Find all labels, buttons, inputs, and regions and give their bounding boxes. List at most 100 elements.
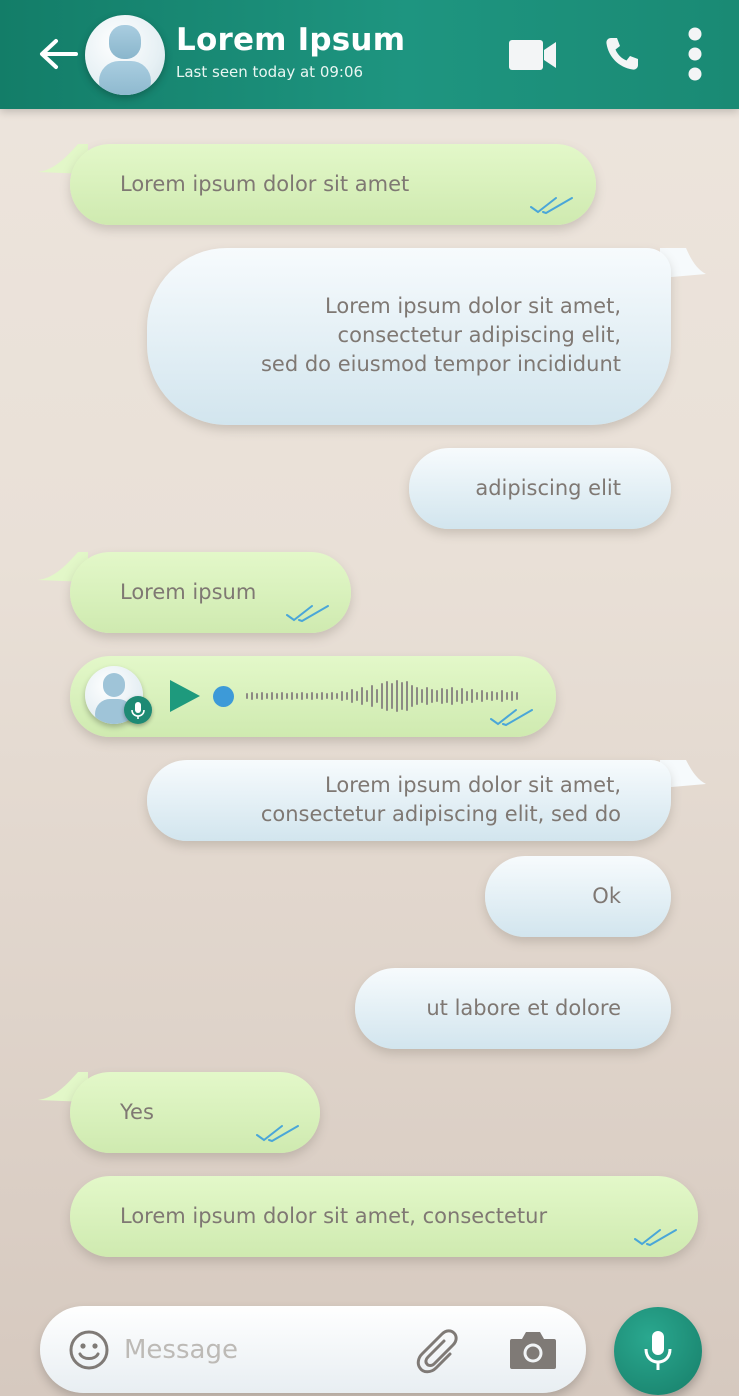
- waveform-bar: [496, 692, 498, 700]
- waveform-bar: [336, 693, 338, 699]
- mic-badge: [124, 696, 152, 724]
- waveform-bar: [326, 693, 328, 699]
- waveform-bar: [396, 680, 398, 712]
- playback-position-dot[interactable]: [213, 686, 234, 707]
- message-text: adipiscing elit: [475, 476, 621, 500]
- waveform-bar: [356, 691, 358, 701]
- message-line: sed do eiusmod tempor incididunt: [260, 352, 621, 376]
- waveform-bar: [416, 687, 418, 705]
- waveform-bar: [386, 681, 388, 711]
- message-sent[interactable]: Ok: [485, 856, 671, 937]
- microphone-icon: [131, 702, 145, 719]
- waveform-bar: [461, 688, 463, 704]
- waveform-bar: [506, 692, 508, 700]
- message-text: Lorem ipsum: [120, 580, 257, 604]
- emoji-icon[interactable]: [68, 1329, 110, 1371]
- waveform-bar: [486, 692, 488, 700]
- waveform-bar: [256, 693, 258, 699]
- waveform-bar: [376, 689, 378, 703]
- message-received[interactable]: Lorem ipsum: [70, 552, 351, 633]
- contact-avatar[interactable]: [85, 15, 165, 95]
- more-options-icon: [688, 27, 702, 81]
- video-call-icon: [509, 40, 556, 70]
- chat-header: Lorem Ipsum Last seen today at 09:06: [0, 0, 739, 109]
- contact-name: Lorem Ipsum: [176, 22, 406, 58]
- waveform-bar: [481, 690, 483, 702]
- waveform-bar: [446, 689, 448, 703]
- waveform-bar: [381, 683, 383, 709]
- waveform-bar: [441, 688, 443, 704]
- waveform-bar: [251, 692, 253, 700]
- waveform-bar: [261, 692, 263, 700]
- waveform-bar: [301, 692, 303, 700]
- waveform-bar: [331, 692, 333, 700]
- message-line: Lorem ipsum dolor sit amet,: [325, 294, 621, 318]
- waveform-bar: [276, 693, 278, 699]
- message-line: consectetur adipiscing elit, sed do: [260, 802, 621, 826]
- waveform-bar: [311, 692, 313, 700]
- waveform-bar: [511, 691, 513, 701]
- camera-icon[interactable]: [508, 1329, 558, 1371]
- waveform-bar: [391, 683, 393, 709]
- waveform-bar: [516, 692, 518, 700]
- waveform-bar: [456, 690, 458, 702]
- last-seen-status: Last seen today at 09:06: [176, 63, 364, 81]
- waveform-bar: [346, 692, 348, 700]
- waveform-bar: [421, 689, 423, 703]
- waveform-bar: [351, 689, 353, 703]
- message-line: Lorem ipsum dolor sit amet,: [325, 773, 621, 797]
- waveform-bar: [431, 689, 433, 703]
- waveform-bar: [281, 692, 283, 700]
- waveform-bar: [286, 693, 288, 699]
- message-received[interactable]: Yes: [70, 1072, 320, 1153]
- message-sent[interactable]: ut labore et dolore: [355, 968, 671, 1049]
- waveform-bar: [341, 691, 343, 701]
- play-icon[interactable]: [168, 678, 202, 714]
- voice-waveform[interactable]: [246, 680, 518, 712]
- message-sent[interactable]: Lorem ipsum dolor sit amet, consectetur …: [147, 248, 671, 425]
- microphone-icon: [644, 1331, 672, 1370]
- message-sent[interactable]: Lorem ipsum dolor sit amet, consectetur …: [147, 760, 671, 841]
- person-icon: [99, 25, 151, 95]
- waveform-bar: [266, 693, 268, 699]
- waveform-bar: [401, 682, 403, 710]
- waveform-bar: [321, 692, 323, 700]
- message-text: Lorem ipsum dolor sit amet, consectetur: [120, 1204, 548, 1228]
- message-text: Lorem ipsum dolor sit amet, consectetur …: [261, 292, 621, 379]
- waveform-bar: [466, 691, 468, 701]
- message-text: Ok: [592, 884, 621, 908]
- voice-call-button[interactable]: [604, 36, 640, 76]
- waveform-bar: [476, 692, 478, 700]
- attachment-icon[interactable]: [416, 1328, 464, 1376]
- waveform-bar: [361, 687, 363, 705]
- read-ticks-icon: [530, 197, 573, 214]
- message-received[interactable]: Lorem ipsum dolor sit amet, consectetur: [70, 1176, 698, 1257]
- message-sent[interactable]: adipiscing elit: [409, 448, 671, 529]
- waveform-bar: [371, 685, 373, 707]
- waveform-bar: [501, 690, 503, 702]
- back-button[interactable]: [36, 34, 80, 74]
- waveform-bar: [296, 693, 298, 699]
- waveform-bar: [436, 690, 438, 702]
- waveform-bar: [246, 693, 248, 699]
- waveform-bar: [426, 687, 428, 705]
- message-text: Lorem ipsum dolor sit amet: [120, 172, 410, 196]
- more-options-button[interactable]: [680, 26, 710, 88]
- video-call-button[interactable]: [508, 37, 558, 77]
- waveform-bar: [451, 687, 453, 705]
- waveform-bar: [316, 693, 318, 699]
- waveform-bar: [366, 690, 368, 702]
- waveform-bar: [291, 692, 293, 700]
- voice-record-button[interactable]: [614, 1307, 702, 1395]
- read-ticks-icon: [634, 1229, 677, 1246]
- message-composer: Message: [40, 1306, 586, 1393]
- back-arrow-icon: [40, 39, 78, 69]
- read-ticks-icon: [256, 1125, 299, 1142]
- waveform-bar: [271, 692, 273, 700]
- waveform-bar: [306, 693, 308, 699]
- message-line: consectetur adipiscing elit,: [337, 323, 621, 347]
- message-text: ut labore et dolore: [426, 996, 621, 1020]
- message-received[interactable]: Lorem ipsum dolor sit amet: [70, 144, 596, 225]
- message-input[interactable]: Message: [124, 1335, 238, 1365]
- waveform-bar: [471, 689, 473, 703]
